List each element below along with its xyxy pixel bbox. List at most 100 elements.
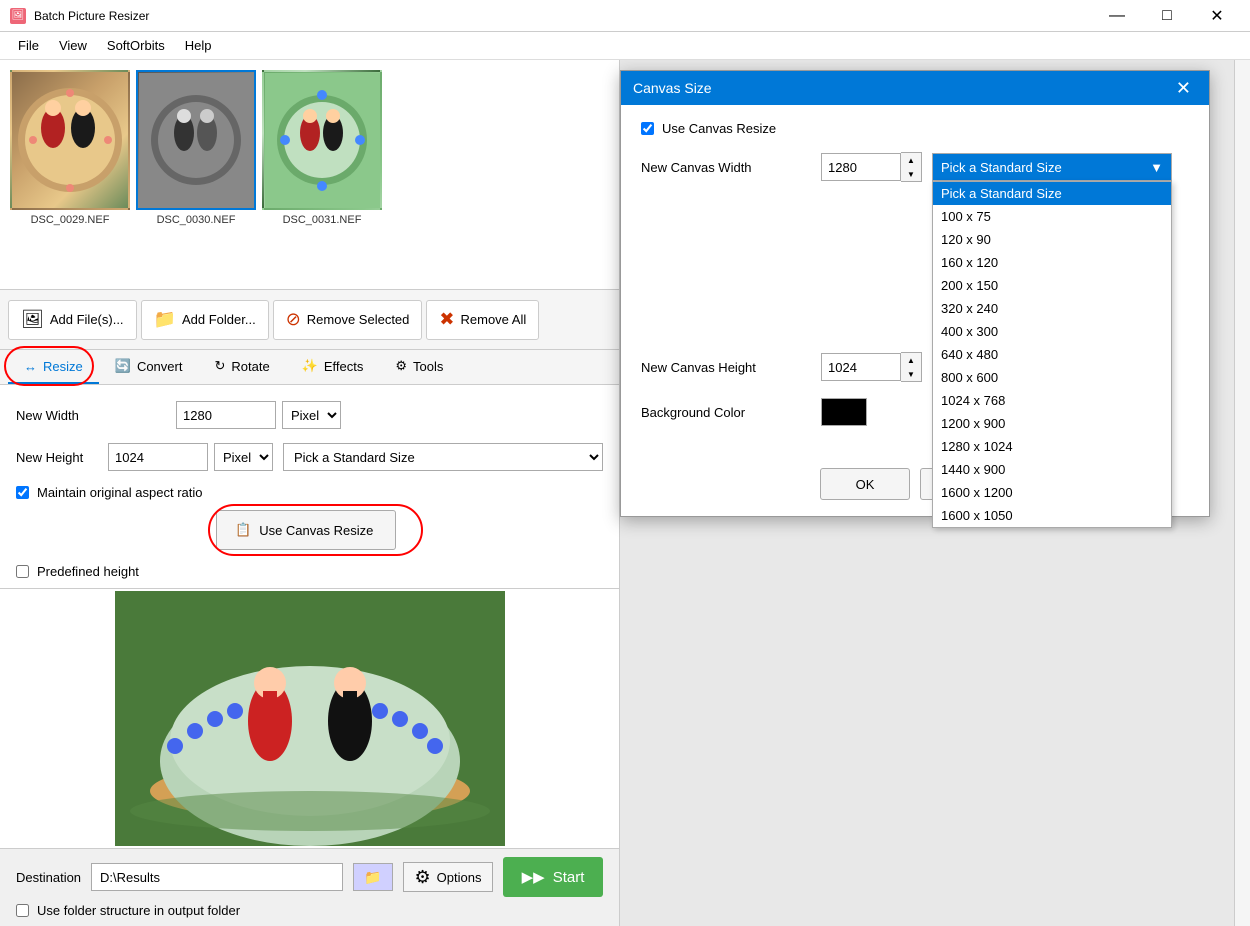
menu-help[interactable]: Help bbox=[175, 34, 222, 57]
canvas-width-input-group: ▲ ▼ bbox=[821, 152, 922, 182]
size-option-1280x1024[interactable]: 1280 x 1024 bbox=[933, 435, 1171, 458]
ok-button[interactable]: OK bbox=[820, 468, 910, 500]
dialog-body: Use Canvas Resize New Canvas Width ▲ ▼ bbox=[621, 105, 1209, 458]
use-canvas-resize-button[interactable]: 📋 Use Canvas Resize bbox=[216, 510, 396, 550]
size-option-1440x900[interactable]: 1440 x 900 bbox=[933, 458, 1171, 481]
thumb-image-1 bbox=[136, 70, 256, 210]
use-canvas-row: Use Canvas Resize bbox=[641, 121, 1189, 136]
standard-size-dropdown[interactable]: Pick a Standard Size ▼ bbox=[932, 153, 1172, 181]
bg-color-label: Background Color bbox=[641, 405, 821, 420]
destination-input[interactable] bbox=[91, 863, 343, 891]
tab-rotate[interactable]: ↻ Rotate bbox=[198, 350, 285, 384]
tools-tab-label: Tools bbox=[413, 359, 443, 374]
remove-selected-button[interactable]: ⊘ Remove Selected bbox=[273, 300, 423, 340]
remove-all-icon: ✖ bbox=[439, 309, 454, 330]
left-panel: DSC_0029.NEF bbox=[0, 60, 620, 926]
width-input[interactable] bbox=[176, 401, 276, 429]
options-button[interactable]: ⚙ Options bbox=[403, 862, 493, 892]
minimize-button[interactable]: — bbox=[1094, 0, 1140, 32]
size-option-100x75[interactable]: 100 x 75 bbox=[933, 205, 1171, 228]
rotate-tab-label: Rotate bbox=[231, 359, 269, 374]
tab-convert[interactable]: 🔄 Convert bbox=[99, 350, 199, 384]
remove-all-button[interactable]: ✖ Remove All bbox=[426, 300, 539, 340]
bg-color-swatch[interactable] bbox=[821, 398, 867, 426]
predefined-height-checkbox[interactable] bbox=[16, 565, 29, 578]
menu-file[interactable]: File bbox=[8, 34, 49, 57]
size-option-1024x768[interactable]: 1024 x 768 bbox=[933, 389, 1171, 412]
height-unit-select[interactable]: Pixel bbox=[214, 443, 273, 471]
size-option-320x240[interactable]: 320 x 240 bbox=[933, 297, 1171, 320]
add-files-label: Add File(s)... bbox=[50, 312, 124, 327]
convert-tab-icon: 🔄 bbox=[115, 358, 131, 374]
add-files-button[interactable]: 🖼 Add File(s)... bbox=[8, 300, 137, 340]
menu-softorbits[interactable]: SoftOrbits bbox=[97, 34, 175, 57]
width-row: New Width Pixel bbox=[16, 401, 603, 429]
start-label: Start bbox=[553, 869, 585, 886]
resize-panel: New Width Pixel New Height Pixel bbox=[0, 385, 619, 588]
remove-all-label: Remove All bbox=[461, 312, 527, 327]
height-label: New Height bbox=[16, 450, 108, 465]
size-option-default[interactable]: Pick a Standard Size bbox=[933, 182, 1171, 205]
add-folder-button[interactable]: 📁 Add Folder... bbox=[141, 300, 269, 340]
maximize-button[interactable]: □ bbox=[1144, 0, 1190, 32]
thumb-image-2 bbox=[262, 70, 382, 210]
canvas-height-down[interactable]: ▼ bbox=[901, 367, 921, 381]
tools-tab-icon: ⚙ bbox=[395, 358, 407, 374]
size-option-1600x1050[interactable]: 1600 x 1050 bbox=[933, 504, 1171, 527]
tab-resize[interactable]: ↔ Resize bbox=[8, 351, 99, 384]
thumbnail-0[interactable]: DSC_0029.NEF bbox=[10, 70, 130, 226]
size-option-160x120[interactable]: 160 x 120 bbox=[933, 251, 1171, 274]
width-unit-select[interactable]: Pixel bbox=[282, 401, 341, 429]
folder-structure-checkbox[interactable] bbox=[16, 904, 29, 917]
start-icon: ▶▶ bbox=[522, 868, 545, 886]
remove-selected-label: Remove Selected bbox=[307, 312, 410, 327]
image-preview bbox=[0, 588, 619, 848]
tab-effects[interactable]: ✨ Effects bbox=[286, 350, 380, 384]
app-title: Batch Picture Resizer bbox=[34, 9, 1094, 23]
height-input[interactable] bbox=[108, 443, 208, 471]
size-option-640x480[interactable]: 640 x 480 bbox=[933, 343, 1171, 366]
size-option-400x300[interactable]: 400 x 300 bbox=[933, 320, 1171, 343]
start-button[interactable]: ▶▶ Start bbox=[503, 857, 603, 897]
tab-tools[interactable]: ⚙ Tools bbox=[379, 350, 459, 384]
thumb-image-0 bbox=[10, 70, 130, 210]
size-option-200x150[interactable]: 200 x 150 bbox=[933, 274, 1171, 297]
thumb-label-1: DSC_0030.NEF bbox=[157, 214, 236, 226]
use-canvas-checkbox[interactable] bbox=[641, 122, 654, 135]
size-option-800x600[interactable]: 800 x 600 bbox=[933, 366, 1171, 389]
menu-bar: File View SoftOrbits Help bbox=[0, 32, 1250, 60]
folder-structure-label: Use folder structure in output folder bbox=[37, 903, 240, 918]
canvas-height-input[interactable] bbox=[821, 353, 901, 381]
predefined-height-row: Predefined height bbox=[16, 564, 603, 579]
dialog-title: Canvas Size bbox=[633, 80, 712, 96]
thumbnail-2[interactable]: DSC_0031.NEF bbox=[262, 70, 382, 226]
preview-image bbox=[115, 591, 505, 846]
dropdown-arrow-icon: ▼ bbox=[1150, 160, 1163, 175]
dialog-close-button[interactable]: ✕ bbox=[1170, 78, 1197, 99]
app-window: 🖼 Batch Picture Resizer — □ ✕ File View … bbox=[0, 0, 1250, 926]
size-option-1600x1200[interactable]: 1600 x 1200 bbox=[933, 481, 1171, 504]
menu-view[interactable]: View bbox=[49, 34, 97, 57]
canvas-height-up[interactable]: ▲ bbox=[901, 353, 921, 367]
canvas-width-down[interactable]: ▼ bbox=[901, 167, 921, 181]
thumb-label-2: DSC_0031.NEF bbox=[283, 214, 362, 226]
canvas-height-input-group: ▲ ▼ bbox=[821, 352, 922, 382]
size-option-1200x900[interactable]: 1200 x 900 bbox=[933, 412, 1171, 435]
rotate-tab-icon: ↻ bbox=[214, 358, 225, 374]
size-option-120x90[interactable]: 120 x 90 bbox=[933, 228, 1171, 251]
close-button[interactable]: ✕ bbox=[1194, 0, 1240, 32]
canvas-height-label: New Canvas Height bbox=[641, 360, 821, 375]
destination-bar: Destination 📁 ⚙ Options ▶▶ Start bbox=[0, 848, 619, 926]
canvas-width-up[interactable]: ▲ bbox=[901, 153, 921, 167]
thumbnail-1[interactable]: DSC_0030.NEF bbox=[136, 70, 256, 226]
maintain-aspect-checkbox[interactable] bbox=[16, 486, 29, 499]
app-icon: 🖼 bbox=[10, 8, 26, 24]
add-folder-label: Add Folder... bbox=[182, 312, 256, 327]
canvas-width-input[interactable] bbox=[821, 153, 901, 181]
pick-standard-select[interactable]: Pick a Standard Size bbox=[283, 443, 603, 471]
standard-size-list: Pick a Standard Size 100 x 75 120 x 90 1… bbox=[932, 181, 1172, 528]
browse-destination-button[interactable]: 📁 bbox=[353, 863, 393, 891]
right-scrollbar[interactable] bbox=[1234, 60, 1250, 926]
standard-size-dropdown-container: Pick a Standard Size ▼ Pick a Standard S… bbox=[932, 153, 1172, 181]
image-strip: DSC_0029.NEF bbox=[0, 60, 619, 290]
